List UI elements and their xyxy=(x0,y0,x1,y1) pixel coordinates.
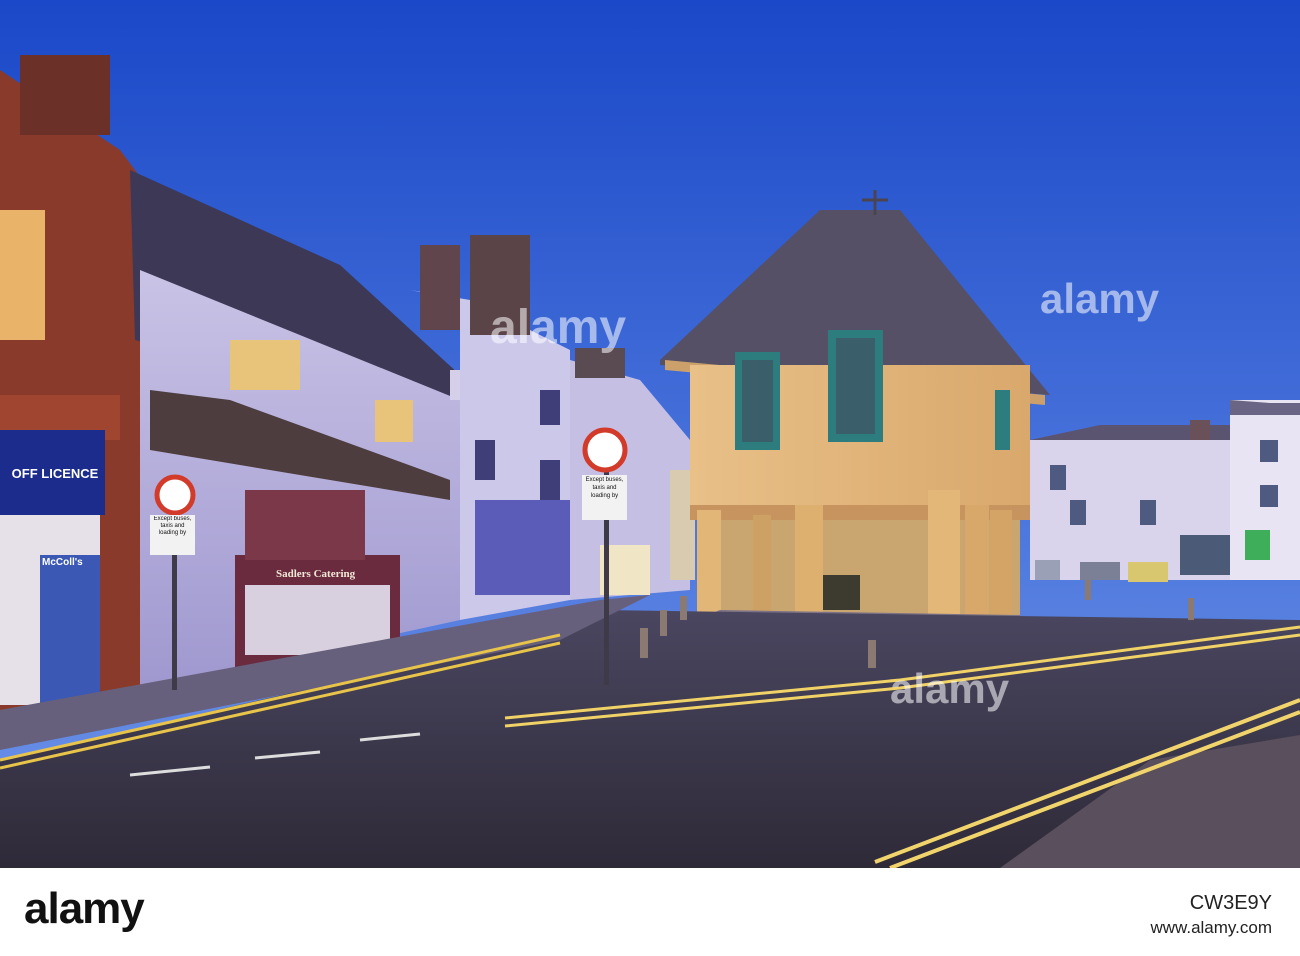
town-square-photo xyxy=(0,0,1300,868)
watermark-bottom: alamy xyxy=(890,665,1010,712)
sadlers-sign: Sadlers Catering xyxy=(276,568,356,580)
footer-bar: alamy CW3E9Y www.alamy.com xyxy=(0,868,1300,956)
off-licence-sign: OFF LICENCE xyxy=(11,466,99,481)
footer-stock-id: CW3E9Y xyxy=(1189,892,1272,914)
watermark-right: alamy xyxy=(1040,275,1160,322)
mccolls-sign: McColl's xyxy=(42,557,83,568)
footer-url: www.alamy.com xyxy=(1150,918,1272,937)
watermark-center: alamy xyxy=(490,301,627,354)
photo xyxy=(0,0,1300,868)
road-sign-center-text: Except buses, taxis and loading by xyxy=(585,477,624,499)
road-sign-left-text: Except buses, taxis and loading by xyxy=(153,516,192,536)
footer-logo: alamy xyxy=(24,884,145,933)
